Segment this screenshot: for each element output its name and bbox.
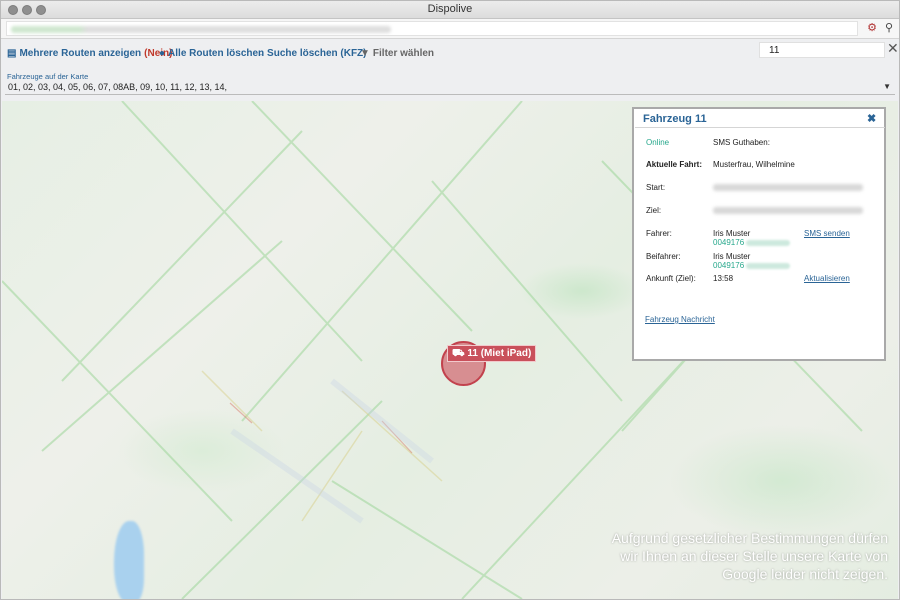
map-icon: ▤ bbox=[7, 48, 17, 59]
current-trip-value: Musterfrau, Wilhelmine bbox=[713, 160, 795, 169]
address-bar: ⚙ ⚲ bbox=[1, 19, 899, 39]
clear-search-button[interactable]: ○ Suche löschen (KFZ) bbox=[258, 48, 367, 59]
panel-title: Fahrzeug 11 bbox=[643, 113, 707, 125]
url-field[interactable] bbox=[6, 21, 858, 36]
send-sms-link[interactable]: SMS senden bbox=[804, 229, 850, 238]
multi-routes-label: Mehrere Routen anzeigen bbox=[19, 48, 142, 59]
clear-search-label: Suche löschen (KFZ) bbox=[267, 48, 367, 59]
delete-routes-button[interactable]: ● Alle Routen löschen bbox=[159, 48, 264, 59]
online-status: Online bbox=[646, 138, 670, 147]
circle-icon: ○ bbox=[258, 48, 265, 59]
map-unavailable-notice: Aufgrund gesetzlicher Bestimmungen dürfe… bbox=[611, 530, 888, 582]
vehicles-selected-value: 01, 02, 03, 04, 05, 06, 07, 08AB, 09, 10… bbox=[8, 82, 228, 92]
app-window: Dispolive ⚙ ⚲ ▤ Mehrere Routen anzeigen … bbox=[0, 0, 900, 600]
co-driver-label: Beifahrer: bbox=[646, 252, 681, 261]
co-driver-name: Iris Muster bbox=[713, 252, 751, 261]
co-driver-phone: 0049176 bbox=[713, 261, 791, 270]
extension-icon[interactable]: ⚙ bbox=[865, 21, 879, 36]
panel-divider bbox=[635, 127, 885, 128]
driver-phone: 0049176 bbox=[713, 238, 791, 247]
delete-routes-label: Alle Routen löschen bbox=[168, 48, 265, 59]
destination-label: Ziel: bbox=[646, 206, 662, 215]
title-bar: Dispolive bbox=[1, 1, 899, 19]
map-marker-icon: ● bbox=[159, 48, 166, 59]
sms-credit-label: SMS Guthaben: bbox=[713, 138, 770, 147]
window-title: Dispolive bbox=[427, 3, 473, 15]
url-text-redacted bbox=[11, 26, 391, 33]
vehicle-marker-label[interactable]: ⛟ 11 (Miet iPad) bbox=[447, 345, 537, 362]
multi-routes-toggle[interactable]: ▤ Mehrere Routen anzeigen (Nein) bbox=[7, 48, 173, 59]
filter-icon: ▼ bbox=[360, 48, 370, 59]
lake-shape bbox=[114, 521, 144, 599]
co-driver-phone-redacted bbox=[746, 262, 791, 269]
start-label: Start: bbox=[646, 183, 666, 192]
co-driver-phone-text: 0049176 bbox=[713, 261, 745, 270]
destination-address-redacted bbox=[713, 207, 863, 214]
truck-icon: ⛟ bbox=[452, 348, 465, 359]
close-icon[interactable]: ✕ bbox=[887, 40, 899, 57]
current-trip-label: Aktuelle Fahrt: bbox=[646, 160, 703, 169]
vehicle-marker-text: 11 (Miet iPad) bbox=[467, 348, 532, 359]
vehicles-select[interactable]: 01, 02, 03, 04, 05, 06, 07, 08AB, 09, 10… bbox=[5, 80, 895, 95]
panel-close-icon[interactable]: ✖ bbox=[867, 112, 876, 125]
driver-phone-redacted bbox=[746, 239, 791, 246]
driver-name: Iris Muster bbox=[713, 229, 751, 238]
driver-label: Fahrer: bbox=[646, 229, 672, 238]
arrival-time: 13:58 bbox=[713, 274, 734, 283]
vehicle-search-input[interactable] bbox=[759, 42, 885, 58]
vehicle-message-link[interactable]: Fahrzeug Nachricht bbox=[645, 315, 715, 324]
filter-label: Filter wählen bbox=[372, 48, 435, 59]
start-address-redacted bbox=[713, 184, 863, 191]
vehicle-info-panel: Fahrzeug 11 ✖ Online SMS Guthaben: Aktue… bbox=[632, 107, 886, 361]
driver-phone-text: 0049176 bbox=[713, 238, 745, 247]
search-icon[interactable]: ⚲ bbox=[882, 21, 896, 36]
arrival-label: Ankunft (Ziel): bbox=[646, 274, 696, 283]
caret-down-icon: ▼ bbox=[883, 82, 891, 91]
filter-button[interactable]: ▼ Filter wählen bbox=[360, 48, 434, 59]
refresh-link[interactable]: Aktualisieren bbox=[804, 274, 850, 283]
